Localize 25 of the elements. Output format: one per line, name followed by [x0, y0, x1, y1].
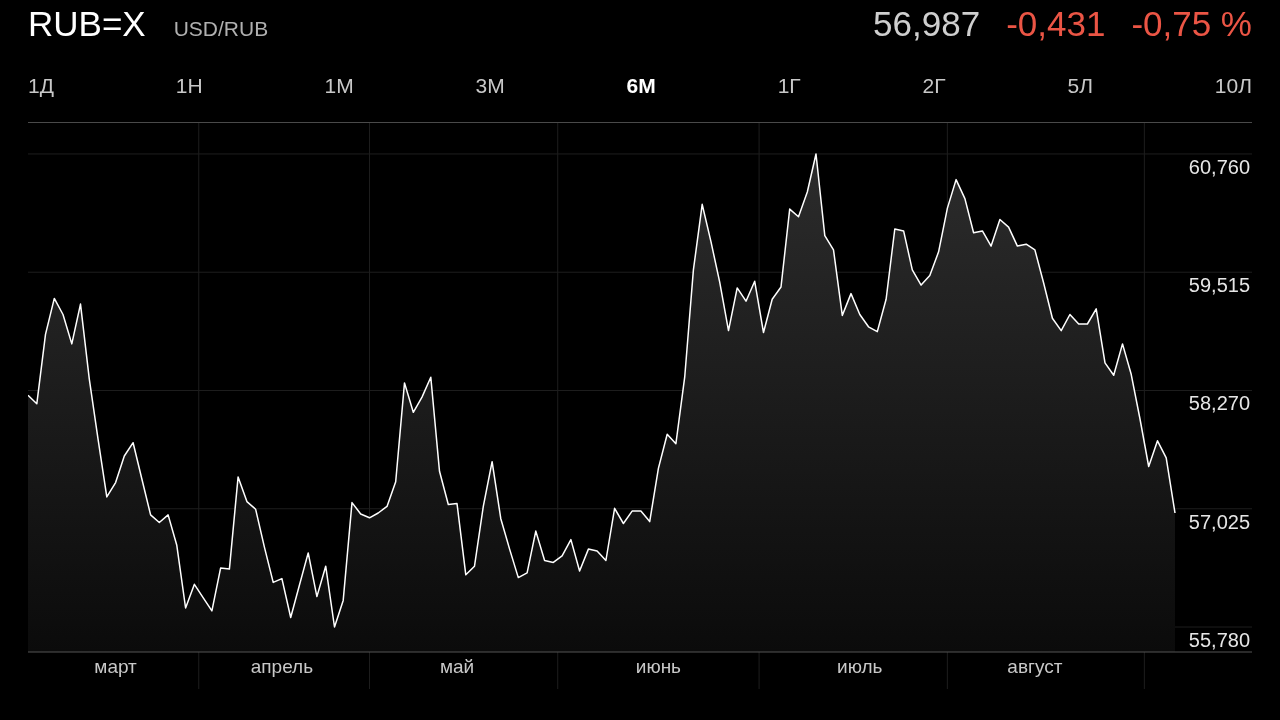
range-tab[interactable]: 1Г — [777, 74, 801, 98]
percent-change: -0,75 % — [1131, 4, 1252, 44]
range-tab[interactable]: 3М — [475, 74, 505, 98]
x-axis-label: март — [94, 656, 137, 677]
x-axis-label: июнь — [635, 656, 682, 677]
x-axis-label: июль — [837, 656, 883, 677]
range-tab[interactable]: 2Г — [922, 74, 946, 98]
y-axis-label: 58,270 — [1188, 392, 1250, 415]
y-axis-label: 57,025 — [1188, 510, 1250, 533]
range-tab[interactable]: 1Д — [28, 74, 54, 98]
range-tab[interactable]: 5Л — [1067, 74, 1093, 98]
y-axis-label: 59,515 — [1188, 274, 1250, 297]
x-axis-label: апрель — [250, 656, 314, 677]
range-tab[interactable]: 1М — [324, 74, 354, 98]
range-tab[interactable]: 1Н — [175, 74, 203, 98]
y-axis-label: 60,760 — [1188, 155, 1250, 178]
price: 56,987 — [873, 4, 981, 44]
x-axis-label: август — [1007, 656, 1063, 677]
x-axis-label: май — [439, 656, 475, 677]
range-tab[interactable]: 10Л — [1214, 74, 1252, 98]
price-change: -0,431 — [1006, 4, 1106, 44]
currency-pair: USD/RUB — [173, 17, 269, 41]
ticker-symbol: RUB=X — [28, 4, 146, 44]
range-tab[interactable]: 6М — [626, 74, 656, 98]
y-axis-label: 55,780 — [1188, 629, 1250, 651]
